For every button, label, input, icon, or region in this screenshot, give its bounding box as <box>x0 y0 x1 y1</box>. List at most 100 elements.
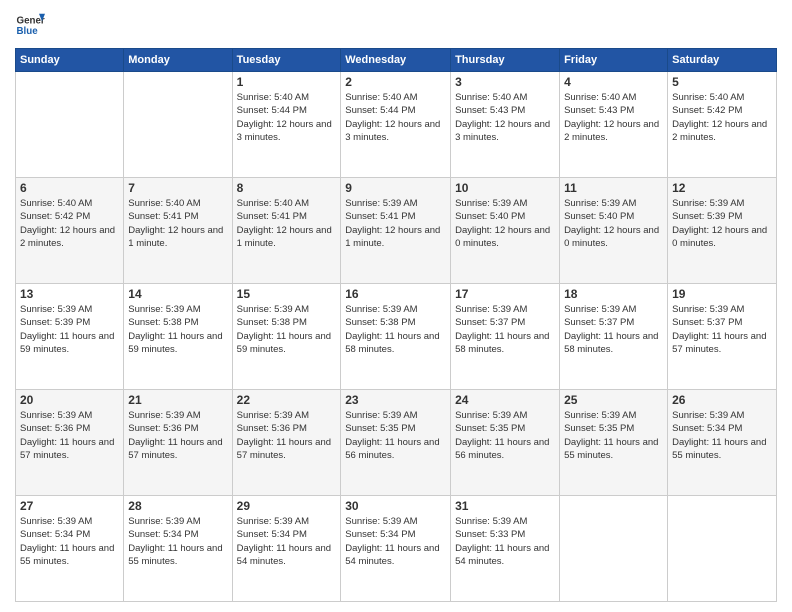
calendar-cell: 27 Sunrise: 5:39 AM Sunset: 5:34 PM Dayli… <box>16 496 124 602</box>
day-number: 1 <box>237 75 337 89</box>
calendar-cell: 7 Sunrise: 5:40 AM Sunset: 5:41 PM Daylig… <box>124 178 232 284</box>
day-number: 5 <box>672 75 772 89</box>
day-number: 9 <box>345 181 446 195</box>
calendar-cell: 9 Sunrise: 5:39 AM Sunset: 5:41 PM Daylig… <box>341 178 451 284</box>
calendar-cell: 15Sunrise: 5:39 AM Sunset: 5:38 PM Dayli… <box>232 284 341 390</box>
day-info: Sunrise: 5:40 AM Sunset: 5:43 PM Dayligh… <box>455 91 555 144</box>
day-number: 16 <box>345 287 446 301</box>
calendar-cell: 3 Sunrise: 5:40 AM Sunset: 5:43 PM Daylig… <box>451 72 560 178</box>
day-info: Sunrise: 5:40 AM Sunset: 5:42 PM Dayligh… <box>20 197 119 250</box>
day-number: 26 <box>672 393 772 407</box>
calendar-cell: 6 Sunrise: 5:40 AM Sunset: 5:42 PM Daylig… <box>16 178 124 284</box>
calendar-cell: 17Sunrise: 5:39 AM Sunset: 5:37 PM Dayli… <box>451 284 560 390</box>
day-info: Sunrise: 5:39 AM Sunset: 5:33 PM Dayligh… <box>455 515 555 568</box>
day-info: Sunrise: 5:39 AM Sunset: 5:36 PM Dayligh… <box>237 409 337 462</box>
day-info: Sunrise: 5:40 AM Sunset: 5:44 PM Dayligh… <box>237 91 337 144</box>
calendar-cell: 4 Sunrise: 5:40 AM Sunset: 5:43 PM Daylig… <box>560 72 668 178</box>
calendar-cell: 24 Sunrise: 5:39 AM Sunset: 5:35 PM Dayli… <box>451 390 560 496</box>
day-number: 24 <box>455 393 555 407</box>
day-number: 27 <box>20 499 119 513</box>
day-info: Sunrise: 5:39 AM Sunset: 5:36 PM Dayligh… <box>20 409 119 462</box>
day-number: 13 <box>20 287 119 301</box>
calendar-table: SundayMondayTuesdayWednesdayThursdayFrid… <box>15 48 777 602</box>
calendar-week-row: 20Sunrise: 5:39 AM Sunset: 5:36 PM Dayli… <box>16 390 777 496</box>
day-number: 28 <box>128 499 227 513</box>
calendar-cell: 21Sunrise: 5:39 AM Sunset: 5:36 PM Dayli… <box>124 390 232 496</box>
calendar-week-row: 27 Sunrise: 5:39 AM Sunset: 5:34 PM Dayli… <box>16 496 777 602</box>
day-info: Sunrise: 5:39 AM Sunset: 5:34 PM Dayligh… <box>128 515 227 568</box>
day-info: Sunrise: 5:39 AM Sunset: 5:40 PM Dayligh… <box>455 197 555 250</box>
day-info: Sunrise: 5:39 AM Sunset: 5:41 PM Dayligh… <box>345 197 446 250</box>
day-info: Sunrise: 5:39 AM Sunset: 5:35 PM Dayligh… <box>455 409 555 462</box>
calendar-cell: 25 Sunrise: 5:39 AM Sunset: 5:35 PM Dayli… <box>560 390 668 496</box>
calendar-cell: 28 Sunrise: 5:39 AM Sunset: 5:34 PM Dayli… <box>124 496 232 602</box>
calendar-cell: 30 Sunrise: 5:39 AM Sunset: 5:34 PM Dayli… <box>341 496 451 602</box>
day-info: Sunrise: 5:40 AM Sunset: 5:41 PM Dayligh… <box>237 197 337 250</box>
weekday-header-row: SundayMondayTuesdayWednesdayThursdayFrid… <box>16 49 777 72</box>
day-number: 14 <box>128 287 227 301</box>
day-number: 7 <box>128 181 227 195</box>
day-info: Sunrise: 5:39 AM Sunset: 5:39 PM Dayligh… <box>672 197 772 250</box>
calendar-cell: 1 Sunrise: 5:40 AM Sunset: 5:44 PM Daylig… <box>232 72 341 178</box>
day-number: 25 <box>564 393 663 407</box>
weekday-header: Sunday <box>16 49 124 72</box>
calendar-cell <box>124 72 232 178</box>
day-number: 30 <box>345 499 446 513</box>
day-number: 4 <box>564 75 663 89</box>
calendar-cell: 29Sunrise: 5:39 AM Sunset: 5:34 PM Dayli… <box>232 496 341 602</box>
day-info: Sunrise: 5:39 AM Sunset: 5:34 PM Dayligh… <box>20 515 119 568</box>
day-info: Sunrise: 5:39 AM Sunset: 5:38 PM Dayligh… <box>237 303 337 356</box>
day-info: Sunrise: 5:39 AM Sunset: 5:38 PM Dayligh… <box>128 303 227 356</box>
calendar-cell: 12 Sunrise: 5:39 AM Sunset: 5:39 PM Dayli… <box>668 178 777 284</box>
calendar-cell: 5 Sunrise: 5:40 AM Sunset: 5:42 PM Daylig… <box>668 72 777 178</box>
day-number: 8 <box>237 181 337 195</box>
day-info: Sunrise: 5:40 AM Sunset: 5:41 PM Dayligh… <box>128 197 227 250</box>
day-info: Sunrise: 5:40 AM Sunset: 5:43 PM Dayligh… <box>564 91 663 144</box>
day-info: Sunrise: 5:39 AM Sunset: 5:35 PM Dayligh… <box>564 409 663 462</box>
day-info: Sunrise: 5:39 AM Sunset: 5:39 PM Dayligh… <box>20 303 119 356</box>
calendar-cell: 31 Sunrise: 5:39 AM Sunset: 5:33 PM Dayli… <box>451 496 560 602</box>
day-info: Sunrise: 5:39 AM Sunset: 5:35 PM Dayligh… <box>345 409 446 462</box>
calendar-cell: 8 Sunrise: 5:40 AM Sunset: 5:41 PM Daylig… <box>232 178 341 284</box>
svg-text:Blue: Blue <box>17 26 39 37</box>
day-number: 23 <box>345 393 446 407</box>
day-info: Sunrise: 5:39 AM Sunset: 5:37 PM Dayligh… <box>564 303 663 356</box>
calendar-cell: 2Sunrise: 5:40 AM Sunset: 5:44 PM Daylig… <box>341 72 451 178</box>
calendar-cell: 16 Sunrise: 5:39 AM Sunset: 5:38 PM Dayli… <box>341 284 451 390</box>
calendar-cell: 20Sunrise: 5:39 AM Sunset: 5:36 PM Dayli… <box>16 390 124 496</box>
day-number: 11 <box>564 181 663 195</box>
day-info: Sunrise: 5:39 AM Sunset: 5:38 PM Dayligh… <box>345 303 446 356</box>
calendar-week-row: 6 Sunrise: 5:40 AM Sunset: 5:42 PM Daylig… <box>16 178 777 284</box>
weekday-header: Wednesday <box>341 49 451 72</box>
logo-icon: General Blue <box>15 10 45 40</box>
calendar-cell: 23 Sunrise: 5:39 AM Sunset: 5:35 PM Dayli… <box>341 390 451 496</box>
day-number: 10 <box>455 181 555 195</box>
calendar-cell: 18 Sunrise: 5:39 AM Sunset: 5:37 PM Dayli… <box>560 284 668 390</box>
day-number: 29 <box>237 499 337 513</box>
weekday-header: Thursday <box>451 49 560 72</box>
day-number: 3 <box>455 75 555 89</box>
day-number: 31 <box>455 499 555 513</box>
calendar-cell: 22 Sunrise: 5:39 AM Sunset: 5:36 PM Dayli… <box>232 390 341 496</box>
day-info: Sunrise: 5:39 AM Sunset: 5:37 PM Dayligh… <box>455 303 555 356</box>
day-number: 22 <box>237 393 337 407</box>
calendar-cell: 10 Sunrise: 5:39 AM Sunset: 5:40 PM Dayli… <box>451 178 560 284</box>
day-info: Sunrise: 5:39 AM Sunset: 5:34 PM Dayligh… <box>345 515 446 568</box>
day-number: 18 <box>564 287 663 301</box>
calendar-week-row: 13 Sunrise: 5:39 AM Sunset: 5:39 PM Dayli… <box>16 284 777 390</box>
day-info: Sunrise: 5:40 AM Sunset: 5:42 PM Dayligh… <box>672 91 772 144</box>
calendar-cell: 26 Sunrise: 5:39 AM Sunset: 5:34 PM Dayli… <box>668 390 777 496</box>
header: General Blue <box>15 10 777 40</box>
day-number: 12 <box>672 181 772 195</box>
day-info: Sunrise: 5:39 AM Sunset: 5:34 PM Dayligh… <box>672 409 772 462</box>
calendar-cell: 13 Sunrise: 5:39 AM Sunset: 5:39 PM Dayli… <box>16 284 124 390</box>
calendar-cell: 19Sunrise: 5:39 AM Sunset: 5:37 PM Dayli… <box>668 284 777 390</box>
calendar-cell <box>668 496 777 602</box>
calendar-cell <box>16 72 124 178</box>
calendar-cell: 11Sunrise: 5:39 AM Sunset: 5:40 PM Dayli… <box>560 178 668 284</box>
weekday-header: Tuesday <box>232 49 341 72</box>
day-number: 6 <box>20 181 119 195</box>
calendar-week-row: 1 Sunrise: 5:40 AM Sunset: 5:44 PM Daylig… <box>16 72 777 178</box>
logo: General Blue <box>15 10 45 40</box>
weekday-header: Monday <box>124 49 232 72</box>
